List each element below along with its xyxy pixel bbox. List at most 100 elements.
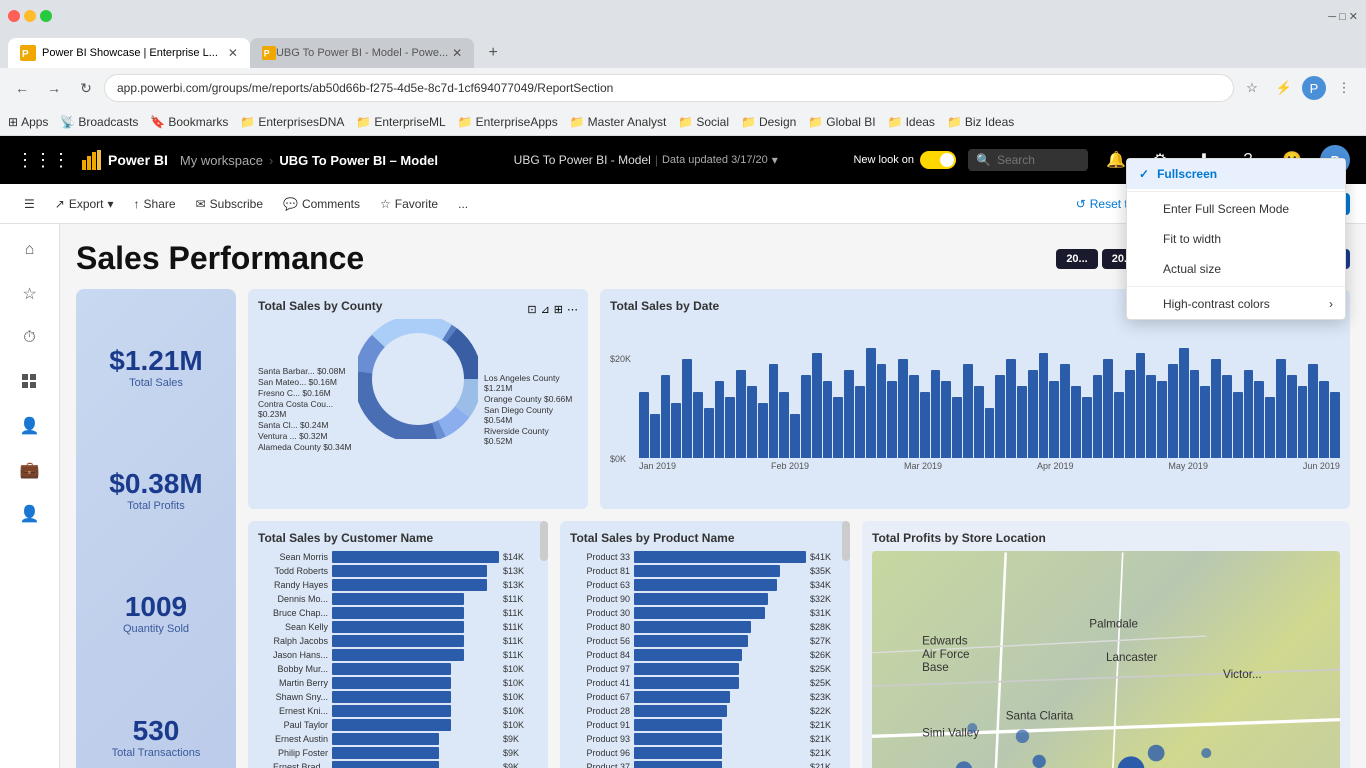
customer-row: Bruce Chap... $11K <box>258 607 538 619</box>
more-actions-btn[interactable]: ... <box>450 193 476 215</box>
year-filter-btn-1[interactable]: 20... <box>1056 249 1097 269</box>
enter-fullscreen-label: Enter Full Screen Mode <box>1163 202 1289 216</box>
sidebar-icon-favorites[interactable]: ☆ <box>12 276 48 312</box>
hamburger-icon[interactable]: ⋮⋮⋮ <box>16 150 70 171</box>
toggle-switch[interactable] <box>920 151 956 169</box>
view-fullscreen-item[interactable]: ✓ Fullscreen <box>1127 159 1345 189</box>
sidebar-icon-shared[interactable]: 👤 <box>12 408 48 444</box>
high-contrast-label: High-contrast colors <box>1163 297 1270 311</box>
dashboard: $1.21M Total Sales $0.38M Total Profits … <box>76 289 1350 768</box>
profile-btn[interactable]: P <box>1302 76 1326 100</box>
new-tab-btn[interactable]: + <box>478 38 508 68</box>
comments-btn[interactable]: 💬 Comments <box>275 193 368 215</box>
product-val-14: $21K <box>810 748 840 758</box>
back-btn[interactable]: ← <box>8 74 36 102</box>
active-tab[interactable]: P Power BI Showcase | Enterprise L... ✕ <box>8 38 250 68</box>
close-tab2-btn[interactable]: ✕ <box>452 46 462 60</box>
inactive-tab[interactable]: P UBG To Power BI - Model - Powe... ✕ <box>250 38 474 68</box>
expand-icon[interactable]: ⊞ <box>554 303 563 316</box>
bookmark-bookmarks[interactable]: 🔖 Bookmarks <box>150 115 228 129</box>
new-look-toggle[interactable]: New look on <box>853 151 956 169</box>
title-bar: ─ □ ✕ <box>0 0 1366 32</box>
customer-bars: Sean Morris $14K Todd Roberts $13K Randy… <box>258 551 538 768</box>
bookmark-enterprise-dna[interactable]: 📁 EnterprisesDNA <box>240 115 344 129</box>
product-val-1: $35K <box>810 566 840 576</box>
broadcasts-label: Broadcasts <box>78 115 138 129</box>
export-btn[interactable]: ↗ Export ▾ <box>47 193 122 215</box>
sidebar-icon-recent[interactable]: ⏱ <box>12 320 48 356</box>
bookmark-enterprise-ml[interactable]: 📁 EnterpriseML <box>356 115 445 129</box>
maximize-btn[interactable] <box>40 10 52 22</box>
more-btn[interactable]: ⋮ <box>1330 74 1358 102</box>
view-actual-size-item[interactable]: Actual size <box>1127 254 1345 284</box>
customer-name-10: Shawn Sny... <box>258 692 328 702</box>
customer-val-6: $11K <box>503 636 538 646</box>
kpi-total-sales: $1.21M Total Sales <box>92 345 220 389</box>
star-btn[interactable]: ☆ <box>1238 74 1266 102</box>
workspace-label[interactable]: My workspace <box>180 153 263 168</box>
folder6-icon: 📁 <box>741 115 756 129</box>
bookmark-broadcasts[interactable]: 📡 Broadcasts <box>60 115 138 129</box>
customer-name-5: Sean Kelly <box>258 622 328 632</box>
date-bar <box>887 381 897 458</box>
bookmark-biz-ideas[interactable]: 📁 Biz Ideas <box>947 115 1014 129</box>
close-tab-btn[interactable]: ✕ <box>228 46 238 60</box>
product-val-8: $25K <box>810 664 840 674</box>
share-btn[interactable]: ↑ Share <box>126 193 184 215</box>
reload-btn[interactable]: ↻ <box>72 74 100 102</box>
search-input[interactable] <box>997 153 1067 167</box>
customer-val-2: $13K <box>503 580 538 590</box>
bookmark-ideas[interactable]: 📁 Ideas <box>888 115 935 129</box>
data-dropdown-icon[interactable]: ▾ <box>772 153 778 167</box>
view-high-contrast-item[interactable]: High-contrast colors › <box>1127 289 1345 319</box>
county-label-3: Contra Costa Cou... $0.23M <box>258 399 352 419</box>
sidebar-icon-bottom-user[interactable]: 👤 <box>12 496 48 532</box>
address-bar[interactable] <box>104 74 1234 102</box>
favorite-btn[interactable]: ☆ Favorite <box>372 193 446 215</box>
subscribe-btn[interactable]: ✉ Subscribe <box>188 193 271 215</box>
date-bar <box>1244 370 1254 458</box>
minimize-btn[interactable] <box>24 10 36 22</box>
date-y-axis: $20K $0K <box>610 354 635 464</box>
product-bars: Product 33 $41K Product 81 $35K Product … <box>570 551 840 768</box>
customer-row: Jason Hans... $11K <box>258 649 538 661</box>
forward-btn[interactable]: → <box>40 74 68 102</box>
view-enter-fullscreen-item[interactable]: Enter Full Screen Mode <box>1127 194 1345 224</box>
enterprise-dna-label: EnterprisesDNA <box>258 115 344 129</box>
customer-row: Ernest Austin $9K <box>258 733 538 745</box>
customer-row: Paul Taylor $10K <box>258 719 538 731</box>
pbi-search-box[interactable]: 🔍 <box>968 149 1088 171</box>
customer-bar-wrap-3 <box>332 593 499 605</box>
close-btn[interactable] <box>8 10 20 22</box>
more-vis-icon[interactable]: ⋯ <box>567 303 578 316</box>
expand-sidebar-btn[interactable]: ☰ <box>16 193 43 215</box>
date-bar <box>1114 392 1124 458</box>
pbi-logo: Power BI <box>82 150 168 170</box>
bookmark-design[interactable]: 📁 Design <box>741 115 796 129</box>
bookmark-global-bi[interactable]: 📁 Global BI <box>808 115 875 129</box>
county-chart-title: Total Sales by County <box>258 299 382 313</box>
date-bar <box>1200 386 1210 458</box>
customer-val-9: $10K <box>503 678 538 688</box>
date-bar <box>941 381 951 458</box>
sidebar-icon-home[interactable]: ⌂ <box>12 232 48 268</box>
sidebar-icon-workspaces[interactable]: 💼 <box>12 452 48 488</box>
view-fit-width-item[interactable]: Fit to width <box>1127 224 1345 254</box>
date-bar <box>877 364 887 458</box>
bookmark-enterprise-apps[interactable]: 📁 EnterpriseApps <box>458 115 558 129</box>
product-val-0: $41K <box>810 552 840 562</box>
customer-scrollbar[interactable] <box>540 521 548 561</box>
date-bar <box>1060 364 1070 458</box>
focus-icon[interactable]: ⊡ <box>527 303 536 316</box>
svg-text:Santa Clarita: Santa Clarita <box>1006 710 1074 723</box>
pbi-nav-toggle[interactable]: ⋮⋮⋮ <box>16 150 70 171</box>
extensions-btn[interactable]: ⚡ <box>1270 74 1298 102</box>
customer-bar-10 <box>332 691 451 703</box>
map-body: Edwards Air Force Base Palmdale Lancaste… <box>872 551 1340 768</box>
filter-icon[interactable]: ⊿ <box>541 303 550 316</box>
bookmark-apps[interactable]: ⊞ Apps <box>8 115 48 129</box>
product-scrollbar[interactable] <box>842 521 850 561</box>
bookmark-social[interactable]: 📁 Social <box>678 115 729 129</box>
bookmark-master-analyst[interactable]: 📁 Master Analyst <box>570 115 667 129</box>
sidebar-icon-apps[interactable] <box>12 364 48 400</box>
